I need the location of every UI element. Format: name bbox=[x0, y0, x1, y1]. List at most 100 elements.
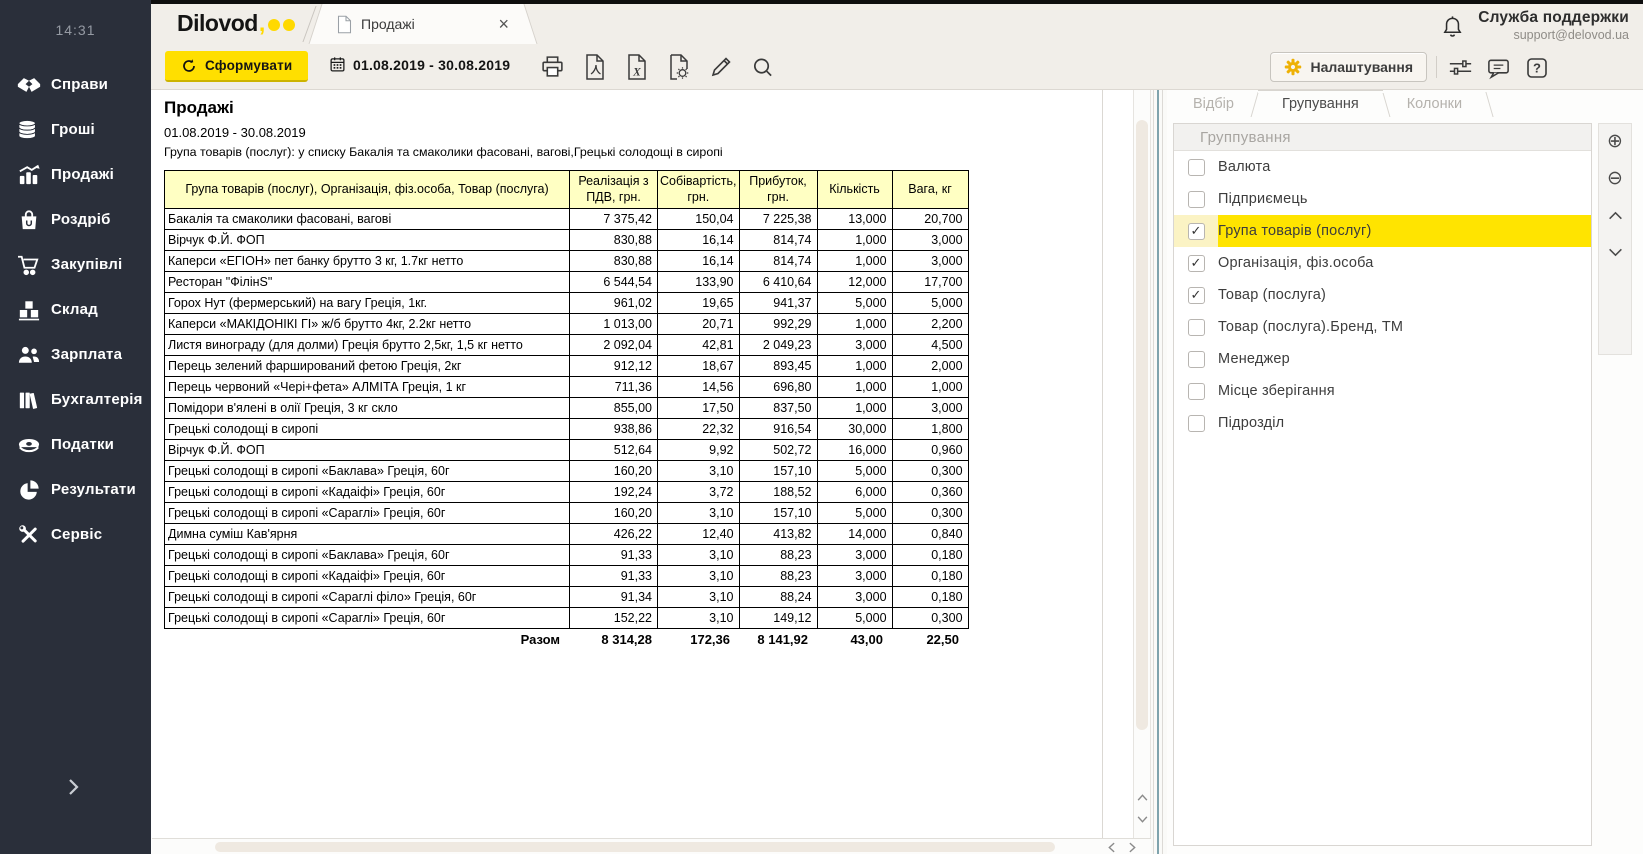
table-row[interactable]: Каперси «МАКІДОНІКІ ГІ» ж/б брутто 4кг, … bbox=[165, 314, 969, 335]
notification-bell-icon[interactable] bbox=[1441, 13, 1464, 39]
vertical-scrollbar[interactable] bbox=[1133, 90, 1151, 838]
grouping-item[interactable]: Підрозділ bbox=[1174, 407, 1591, 439]
checkbox[interactable] bbox=[1188, 383, 1205, 400]
sidebar-item-buhgalteria[interactable]: Бухгалтерія bbox=[0, 377, 151, 422]
grouping-item[interactable]: Товар (послуга).Бренд, ТМ bbox=[1174, 311, 1591, 343]
table-row[interactable]: Грецькі солодощі в сиропі «Сараглі» Грец… bbox=[165, 503, 969, 524]
report-settings-icon[interactable] bbox=[666, 53, 691, 80]
checkbox[interactable] bbox=[1188, 351, 1205, 368]
table-row[interactable]: Грецькі солодощі в сиропі «Сараглі філо»… bbox=[165, 587, 969, 608]
grouping-item[interactable]: Місце зберігання bbox=[1174, 375, 1591, 407]
move-up-button[interactable] bbox=[1604, 204, 1626, 226]
checkbox[interactable]: ✓ bbox=[1188, 255, 1205, 272]
sidebar-item-zarplata[interactable]: Зарплата bbox=[0, 332, 151, 377]
horizontal-scrollbar[interactable] bbox=[152, 838, 1151, 854]
excel-export-icon[interactable]: X bbox=[624, 53, 649, 80]
table-row[interactable]: Вірчук Ф.Й. ФОП512,649,92502,7216,0000,9… bbox=[165, 440, 969, 461]
grouping-item[interactable]: Валюта bbox=[1174, 151, 1591, 183]
row-name: Грецькі солодощі в сиропі «Баклава» Грец… bbox=[165, 461, 570, 482]
row-value: 160,20 bbox=[570, 461, 658, 482]
sidebar-item-hroshi[interactable]: Гроші bbox=[0, 107, 151, 152]
totals-value: 8 141,92 bbox=[735, 632, 813, 647]
sidebar-item-sklad[interactable]: Склад bbox=[0, 287, 151, 332]
table-row[interactable]: Грецькі солодощі в сиропі «Сараглі» Грец… bbox=[165, 608, 969, 629]
table-row[interactable]: Вірчук Ф.Й. ФОП830,8816,14814,741,0003,0… bbox=[165, 230, 969, 251]
table-row[interactable]: Бакалія та смаколики фасовані, вагові7 3… bbox=[165, 209, 969, 230]
printer-icon[interactable] bbox=[540, 53, 565, 80]
checkbox[interactable]: ✓ bbox=[1188, 223, 1205, 240]
sidebar-item-rezultaty[interactable]: Результати bbox=[0, 467, 151, 512]
row-value: 0,180 bbox=[892, 545, 968, 566]
panel-tab-відбір[interactable]: Відбір bbox=[1169, 90, 1258, 117]
checkbox[interactable] bbox=[1188, 319, 1205, 336]
tab-prodazhi[interactable]: Продажі × bbox=[323, 4, 523, 44]
help-icon[interactable]: ? bbox=[1524, 54, 1549, 81]
search-icon[interactable] bbox=[750, 53, 775, 80]
table-row[interactable]: Помідори в'ялені в олії Греція, 3 кг скл… bbox=[165, 398, 969, 419]
move-down-button[interactable] bbox=[1604, 241, 1626, 263]
row-value: 152,22 bbox=[570, 608, 658, 629]
filter-sliders-icon[interactable] bbox=[1448, 54, 1473, 81]
date-range-picker[interactable]: 01.08.2019 - 30.08.2019 bbox=[329, 56, 510, 73]
table-row[interactable]: Димна суміш Кав'ярня426,2212,40413,8214,… bbox=[165, 524, 969, 545]
report-area: Продажі 01.08.2019 - 30.08.2019 Група то… bbox=[152, 90, 1103, 838]
support-email[interactable]: support@delovod.ua bbox=[1478, 28, 1629, 42]
row-value: 0,300 bbox=[892, 461, 968, 482]
tab-close-icon[interactable]: × bbox=[490, 14, 517, 35]
pdf-export-icon[interactable] bbox=[582, 53, 607, 80]
sidebar-item-prodazhi[interactable]: Продажі bbox=[0, 152, 151, 197]
sidebar-item-podatky[interactable]: Податки bbox=[0, 422, 151, 467]
table-row[interactable]: Листя винограду (для долми) Греція брутт… bbox=[165, 335, 969, 356]
table-row[interactable]: Грецькі солодощі в сиропі938,8622,32916,… bbox=[165, 419, 969, 440]
checkbox[interactable] bbox=[1188, 159, 1205, 176]
panel-tab-колонки[interactable]: Колонки bbox=[1383, 90, 1486, 117]
table-row[interactable]: Грецькі солодощі в сиропі «Кадаіфі» Грец… bbox=[165, 482, 969, 503]
grouping-item[interactable]: ✓Група товарів (послуг) bbox=[1174, 215, 1591, 247]
grouping-item[interactable]: Підприємець bbox=[1174, 183, 1591, 215]
row-value: 6 410,64 bbox=[739, 272, 817, 293]
scroll-down-button[interactable] bbox=[1134, 810, 1150, 828]
sidebar-item-rozdrib[interactable]: Роздріб bbox=[0, 197, 151, 242]
table-row[interactable]: Ресторан "ФілінS"6 544,54133,906 410,641… bbox=[165, 272, 969, 293]
panel-splitter[interactable] bbox=[1151, 90, 1167, 854]
table-row[interactable]: Грецькі солодощі в сиропі «Кадаіфі» Грец… bbox=[165, 566, 969, 587]
report-title: Продажі bbox=[164, 98, 1102, 118]
grouping-item[interactable]: Менеджер bbox=[1174, 343, 1591, 375]
table-row[interactable]: Грецькі солодощі в сиропі «Баклава» Грец… bbox=[165, 545, 969, 566]
add-grouping-button[interactable]: ⊕ bbox=[1604, 130, 1626, 152]
checkbox[interactable] bbox=[1188, 191, 1205, 208]
sidebar-item-zakupivli[interactable]: Закупівлі bbox=[0, 242, 151, 287]
chat-icon[interactable] bbox=[1486, 54, 1511, 81]
table-row[interactable]: Перець червоний «Чері+фета» АЛМІТА Греці… bbox=[165, 377, 969, 398]
table-row[interactable]: Перець зелений фарширований фетою Греція… bbox=[165, 356, 969, 377]
sidebar-item-spravy[interactable]: Справи bbox=[0, 62, 151, 107]
generate-button[interactable]: Сформувати bbox=[165, 51, 308, 82]
scroll-up-button[interactable] bbox=[1134, 788, 1150, 806]
dilovod-logo[interactable]: Dilovod, bbox=[177, 10, 295, 37]
row-value: 20,71 bbox=[658, 314, 740, 335]
scroll-right-button[interactable] bbox=[1124, 839, 1140, 854]
table-row[interactable]: Каперси «ЕГІОН» пет банку брутто 3 кг, 1… bbox=[165, 251, 969, 272]
sidebar-item-servis[interactable]: Сервіс bbox=[0, 512, 151, 557]
document-icon bbox=[337, 15, 352, 34]
row-value: 30,000 bbox=[817, 419, 892, 440]
date-range-text: 01.08.2019 - 30.08.2019 bbox=[353, 57, 510, 73]
table-row[interactable]: Горох Нут (фермерський) на вагу Греція, … bbox=[165, 293, 969, 314]
row-value: 1,000 bbox=[817, 377, 892, 398]
settings-button[interactable]: Налаштування bbox=[1270, 52, 1427, 82]
grouping-item[interactable]: ✓Товар (послуга) bbox=[1174, 279, 1591, 311]
scroll-left-button[interactable] bbox=[1103, 839, 1119, 854]
edit-pencil-icon[interactable] bbox=[708, 53, 733, 80]
sidebar-collapse-button[interactable] bbox=[62, 775, 86, 799]
panel-tab-групування[interactable]: Групування bbox=[1258, 90, 1383, 117]
remove-grouping-button[interactable]: ⊖ bbox=[1604, 167, 1626, 189]
generate-label: Сформувати bbox=[205, 58, 292, 73]
row-value: 3,000 bbox=[892, 398, 968, 419]
checkbox[interactable] bbox=[1188, 415, 1205, 432]
totals-value: 8 314,28 bbox=[569, 632, 657, 647]
grouping-item[interactable]: ✓Організація, фіз.особа bbox=[1174, 247, 1591, 279]
horizontal-scrollbar-thumb[interactable] bbox=[215, 842, 1055, 852]
checkbox[interactable]: ✓ bbox=[1188, 287, 1205, 304]
table-row[interactable]: Грецькі солодощі в сиропі «Баклава» Грец… bbox=[165, 461, 969, 482]
vertical-scrollbar-thumb[interactable] bbox=[1136, 120, 1148, 730]
